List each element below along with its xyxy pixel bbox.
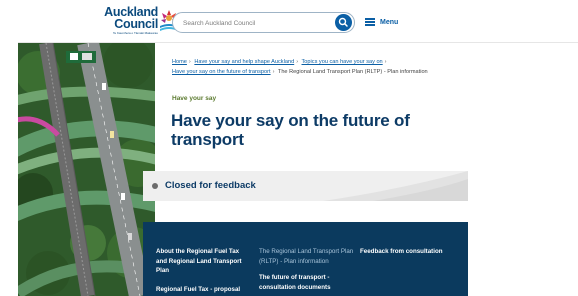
nav-link-fuel-tax-proposal[interactable]: Regional Fuel Tax - proposal xyxy=(156,285,248,295)
breadcrumb-separator: › xyxy=(272,69,275,75)
page-kicker: Have your say xyxy=(172,95,217,102)
nav-column-1: About the Regional Fuel Tax and Regional… xyxy=(156,247,248,294)
hamburger-icon xyxy=(365,18,375,26)
search-box xyxy=(172,12,355,33)
breadcrumb: Home › Have your say and help shape Auckl… xyxy=(172,57,472,77)
nav-column-2: The Regional Land Transport Plan (RLTP) … xyxy=(259,247,354,292)
site-header: Auckland Council Te Kaunihera o Tāmaki M… xyxy=(18,0,578,43)
breadcrumb-current: The Regional Land Transport Plan (RLTP) … xyxy=(277,69,428,75)
status-text: Closed for feedback xyxy=(165,180,256,191)
breadcrumb-future-transport-link[interactable]: Have your say on the future of transport xyxy=(172,69,271,75)
nav-link-consultation-documents[interactable]: The future of transport - consultation d… xyxy=(259,273,354,292)
nav-link-about-fuel-tax[interactable]: About the Regional Fuel Tax and Regional… xyxy=(156,247,248,276)
breadcrumb-separator: › xyxy=(384,59,387,65)
search-icon xyxy=(338,17,348,27)
auckland-council-logo[interactable]: Auckland Council Te Kaunihera o Tāmaki M… xyxy=(92,6,182,38)
logo-line-2: Council xyxy=(114,17,158,31)
page-title: Have your say on the future of transport xyxy=(171,111,410,149)
status-banner: Closed for feedback xyxy=(143,171,468,201)
search-button[interactable] xyxy=(335,14,352,31)
status-dot-icon xyxy=(152,183,158,189)
nav-column-3: Feedback from consultation xyxy=(360,247,460,257)
menu-label: Menu xyxy=(380,18,399,26)
menu-button[interactable]: Menu xyxy=(365,15,398,29)
search-input[interactable] xyxy=(183,16,323,30)
breadcrumb-have-your-say-link[interactable]: Have your say and help shape Auckland xyxy=(194,59,294,65)
nav-link-feedback-from-consultation[interactable]: Feedback from consultation xyxy=(360,247,460,257)
motorway-aerial-image xyxy=(18,43,155,296)
breadcrumb-topics-link[interactable]: Topics you can have your say on xyxy=(302,59,383,65)
breadcrumb-separator: › xyxy=(188,59,191,65)
breadcrumb-separator: › xyxy=(296,59,299,65)
logo-tagline: Te Kaunihera o Tāmaki Makaurau xyxy=(113,31,158,35)
hero-image xyxy=(18,43,155,296)
section-navigation: About the Regional Fuel Tax and Regional… xyxy=(143,222,468,296)
nav-link-rltp-plan-information[interactable]: The Regional Land Transport Plan (RLTP) … xyxy=(259,247,354,266)
breadcrumb-home-link[interactable]: Home xyxy=(172,59,187,65)
